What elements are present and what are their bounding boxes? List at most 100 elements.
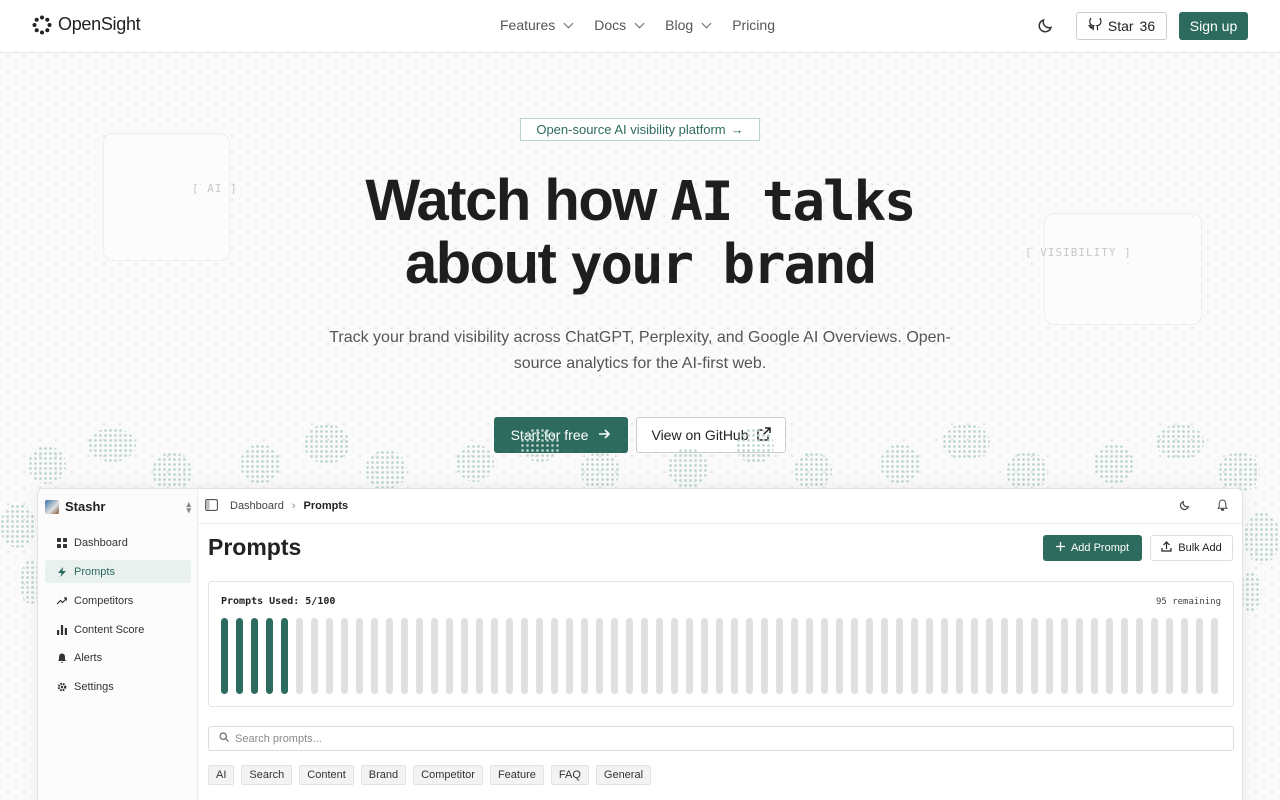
usage-segment [1016,618,1023,694]
trend-icon [56,596,68,606]
usage-segment [911,618,918,694]
hero-headline: Watch how AI talks about your brand [340,170,940,296]
sidebar-item-prompts[interactable]: Prompts [45,560,191,583]
dot-cluster-decoration [580,452,620,490]
usage-segment [551,618,558,694]
sidebar-item-dashboard[interactable]: Dashboard [45,531,191,554]
bell-icon[interactable] [1217,499,1228,514]
upload-icon [1161,541,1172,555]
workspace-switcher[interactable]: Stashr ▴ ▾ [45,499,191,514]
bell-icon [57,653,67,663]
usage-segment [986,618,993,694]
usage-segment [401,618,408,694]
usage-segment [1046,618,1053,694]
nav-link-pricing[interactable]: Pricing [732,17,775,33]
tag-filter[interactable]: Competitor [413,765,483,785]
deco-label-ai: [ AI ] [192,182,238,195]
hero-badge[interactable]: Open-source AI visibility platform → [520,118,760,141]
nav-link-label: Blog [665,17,694,33]
usage-segment [221,618,228,694]
usage-segment [521,618,528,694]
usage-segment [686,618,693,694]
sidebar-item-settings[interactable]: Settings [45,675,191,698]
usage-segment [821,618,828,694]
tag-filter[interactable]: FAQ [550,765,589,785]
usage-segment [941,618,948,694]
dot-cluster-decoration [456,444,494,482]
usage-label: Prompts Used: 5/100 [221,596,336,607]
usage-segment [341,618,348,694]
dot-cluster-decoration [240,444,280,484]
usage-segment [431,618,438,694]
usage-segment [1181,618,1188,694]
sidebar-toggle-icon[interactable] [205,498,218,514]
usage-segment [251,618,258,694]
usage-segment [671,618,678,694]
usage-segment [731,618,738,694]
sidebar-item-alerts[interactable]: Alerts [45,646,191,669]
usage-segment [626,618,633,694]
chevron-down-icon [563,18,574,29]
tag-filter[interactable]: Feature [489,765,544,785]
moon-icon[interactable] [1037,16,1055,34]
star-label: Star [1107,18,1134,34]
usage-segment [311,618,318,694]
arrow-right-icon [598,427,611,443]
usage-segment [446,618,453,694]
usage-segment [641,618,648,694]
signup-button[interactable]: Sign up [1179,12,1248,40]
usage-segment [971,618,978,694]
add-prompt-button[interactable]: Add Prompt [1043,535,1142,561]
dot-cluster-decoration [1094,444,1134,484]
usage-segment [566,618,573,694]
plus-icon [1055,542,1065,554]
nav-link-docs[interactable]: Docs [594,17,645,33]
headline-text: about [404,231,570,296]
deco-label-visibility: [ VISIBILITY ] [1025,246,1132,259]
tag-filter[interactable]: General [595,765,652,785]
usage-segment [836,618,843,694]
chevron-right-icon: › [291,500,296,512]
cta-label: View on GitHub [651,427,749,443]
start-free-button[interactable]: Start for free [494,417,628,453]
usage-segment [851,618,858,694]
grid-icon [57,537,67,548]
tag-filter[interactable]: AI [208,765,235,785]
tag-filter[interactable]: Content [299,765,354,785]
sidebar-item-content-score[interactable]: Content Score [45,618,191,641]
breadcrumb-parent[interactable]: Dashboard [230,500,284,512]
usage-segment [791,618,798,694]
dot-cluster-decoration [736,428,774,464]
usage-segment [356,618,363,694]
search-icon [219,732,229,745]
bulk-add-button[interactable]: Bulk Add [1150,535,1233,561]
button-label: Bulk Add [1178,542,1222,554]
usage-segment [866,618,873,694]
brand-logo[interactable]: OpenSight [32,14,141,35]
search-placeholder: Search prompts... [235,732,322,745]
usage-segment [581,618,588,694]
chevron-down-icon [634,18,645,29]
moon-icon[interactable] [1179,499,1191,514]
search-input[interactable]: Search prompts... [208,726,1234,751]
page-title: Prompts [208,534,302,560]
usage-segment [1001,618,1008,694]
gear-icon [57,682,67,692]
sidebar-item-competitors[interactable]: Competitors [45,589,191,612]
workspace-name: Stashr [65,499,106,514]
logo-icon [32,15,52,35]
usage-segment [1106,618,1113,694]
usage-segment [536,618,543,694]
usage-segment [611,618,618,694]
nav-link-features[interactable]: Features [500,17,574,33]
headline-pixel-text: your brand [569,233,877,296]
dot-cluster-decoration [1218,452,1260,492]
usage-segment [1061,618,1068,694]
tag-filter[interactable]: Brand [360,765,407,785]
github-star-button[interactable]: Star 36 [1076,12,1167,40]
usage-segment [746,618,753,694]
tag-filter[interactable]: Search [241,765,293,785]
dot-cluster-decoration [1006,452,1048,492]
nav-link-blog[interactable]: Blog [665,17,712,33]
usage-segment [896,618,903,694]
